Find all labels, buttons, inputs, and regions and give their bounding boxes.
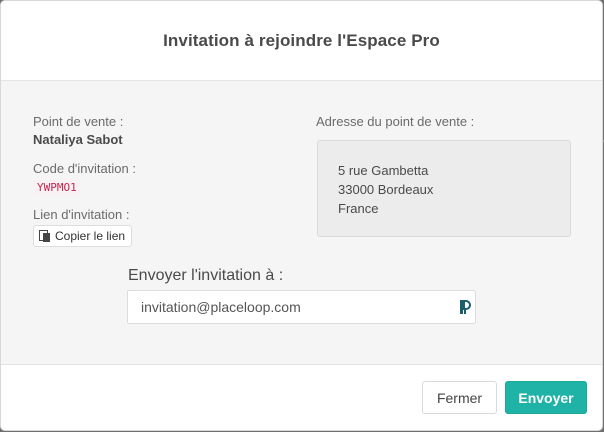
address-label: Adresse du point de vente : — [316, 114, 475, 129]
invitation-code: YWPMO1 — [33, 179, 81, 196]
store-label: Point de vente : — [33, 114, 124, 129]
address-box: 5 rue Gambetta 33000 Bordeaux France — [317, 140, 571, 237]
password-manager-icon[interactable] — [459, 299, 471, 315]
copy-link-label: Copier le lien — [55, 229, 126, 243]
send-button[interactable]: Envoyer — [505, 381, 587, 414]
modal-footer: Fermer Envoyer — [1, 366, 602, 430]
modal-body: Point de vente : Nataliya Sabot Code d'i… — [1, 81, 602, 365]
address-line: France — [338, 201, 379, 216]
address-line: 33000 Bordeaux — [338, 182, 434, 197]
modal-header: Invitation à rejoindre l'Espace Pro — [1, 1, 602, 81]
copy-icon — [39, 229, 51, 243]
modal-title: Invitation à rejoindre l'Espace Pro — [163, 30, 440, 50]
address-line: 5 rue Gambetta — [338, 163, 429, 178]
store-name: Nataliya Sabot — [33, 132, 123, 147]
email-input[interactable] — [127, 290, 476, 324]
invitation-code-label: Code d'invitation : — [33, 161, 136, 176]
invitation-link-label: Lien d'invitation : — [33, 207, 130, 222]
close-button[interactable]: Fermer — [422, 381, 497, 414]
invitation-modal: Invitation à rejoindre l'Espace Pro Poin… — [1, 1, 602, 430]
copy-link-button[interactable]: Copier le lien — [33, 225, 133, 247]
send-to-label: Envoyer l'invitation à : — [128, 267, 284, 284]
